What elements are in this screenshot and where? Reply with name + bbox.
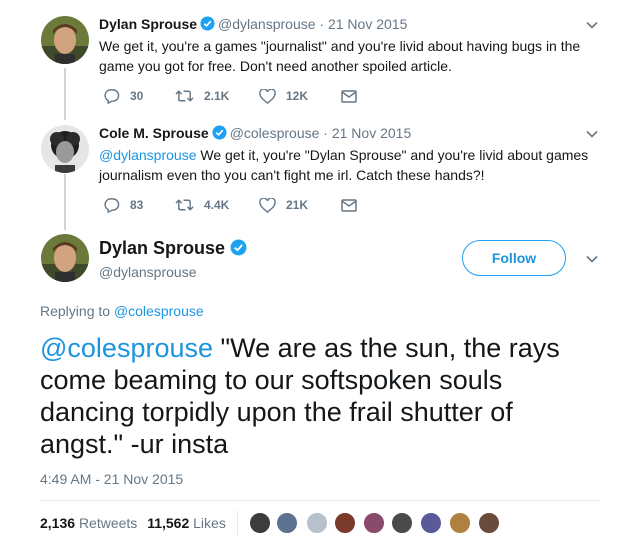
verified-icon (200, 16, 215, 34)
verified-icon (212, 125, 227, 143)
like-button[interactable]: 12K (259, 88, 341, 104)
retweet-icon (175, 90, 194, 102)
like-label: Likes (193, 515, 226, 531)
verified-icon (230, 239, 247, 261)
tweet-header: Dylan Sprouse @dylansprouse · 21 Nov 2015 (99, 16, 407, 34)
liker-avatar[interactable] (391, 512, 413, 534)
author-handle[interactable]: @colesprouse (230, 125, 320, 141)
tweet-timestamp[interactable]: 4:49 AM - 21 Nov 2015 (40, 471, 183, 487)
liker-avatar[interactable] (249, 512, 271, 534)
thread-tweet-1[interactable]: Dylan Sprouse @dylansprouse · 21 Nov 2015… (0, 0, 640, 115)
tweet-header: Cole M. Sprouse @colesprouse · 21 Nov 201… (99, 125, 411, 143)
reply-button[interactable]: 30 (103, 88, 175, 104)
author-name[interactable]: Dylan Sprouse (99, 238, 225, 258)
author-handle[interactable]: @dylansprouse (99, 264, 197, 280)
replying-to-link[interactable]: @colesprouse (114, 303, 204, 319)
retweets-stat[interactable]: 2,136 Retweets (40, 515, 137, 531)
chevron-down-icon[interactable] (585, 127, 599, 146)
chevron-down-icon[interactable] (585, 18, 599, 37)
liker-avatar[interactable] (478, 512, 500, 534)
dm-icon (341, 89, 357, 103)
stats-separator (237, 510, 238, 536)
main-author: Dylan Sprouse (99, 238, 250, 261)
liker-avatar[interactable] (363, 512, 385, 534)
retweet-button[interactable]: 4.4K (175, 198, 259, 212)
liker-avatar[interactable] (276, 512, 298, 534)
like-count: 12K (286, 89, 309, 103)
like-button[interactable]: 21K (259, 197, 341, 213)
tweet-text: We get it, you're a games "journalist" a… (99, 38, 581, 74)
tweet-actions: 83 4.4K 21K (103, 197, 357, 213)
main-tweet-text: @colesprouse "We are as the sun, the ray… (40, 332, 600, 460)
chevron-down-icon[interactable] (585, 252, 599, 271)
retweet-total: 2,136 (40, 515, 76, 531)
replying-to: Replying to @colesprouse (40, 303, 204, 319)
reply-icon (104, 198, 120, 213)
avatar[interactable] (41, 125, 89, 173)
retweet-count: 2.1K (204, 89, 230, 103)
mention-link[interactable]: @dylansprouse (99, 147, 197, 163)
divider (40, 500, 600, 501)
liker-avatar[interactable] (334, 512, 356, 534)
dm-button[interactable] (341, 89, 357, 103)
mention-link[interactable]: @colesprouse (40, 333, 213, 363)
retweet-label: Retweets (78, 515, 138, 531)
liker-avatar[interactable] (420, 512, 442, 534)
like-total: 11,562 (147, 515, 190, 531)
author-handle[interactable]: @dylansprouse (218, 16, 316, 32)
avatar[interactable] (41, 16, 89, 64)
tweet-date[interactable]: · 21 Nov 2015 (319, 16, 407, 32)
tweet-actions: 30 2.1K 12K (103, 88, 357, 104)
follow-button[interactable]: Follow (462, 240, 566, 276)
likes-stat[interactable]: 11,562 Likes (147, 515, 226, 531)
author-name[interactable]: Cole M. Sprouse (99, 125, 209, 141)
liker-avatar[interactable] (306, 512, 328, 534)
retweet-icon (175, 199, 194, 211)
avatar[interactable] (41, 234, 89, 282)
like-icon (259, 197, 276, 213)
tweet-text: @dylansprouse We get it, you're "Dylan S… (99, 145, 599, 185)
like-icon (259, 88, 276, 104)
tweet-date[interactable]: · 21 Nov 2015 (323, 125, 411, 141)
retweet-button[interactable]: 2.1K (175, 89, 259, 103)
like-count: 21K (286, 198, 309, 212)
dm-button[interactable] (341, 198, 357, 212)
dm-icon (341, 198, 357, 212)
tweet-stats: 2,136 Retweets 11,562 Likes (40, 515, 226, 531)
reply-button[interactable]: 83 (103, 197, 175, 213)
reply-icon (104, 89, 120, 104)
replying-prefix: Replying to (40, 303, 114, 319)
reply-count: 83 (130, 198, 144, 212)
reply-count: 30 (130, 89, 144, 103)
author-name[interactable]: Dylan Sprouse (99, 16, 197, 32)
thread-tweet-2[interactable]: Cole M. Sprouse @colesprouse · 21 Nov 201… (0, 115, 640, 225)
liker-avatar[interactable] (449, 512, 471, 534)
retweet-count: 4.4K (204, 198, 230, 212)
